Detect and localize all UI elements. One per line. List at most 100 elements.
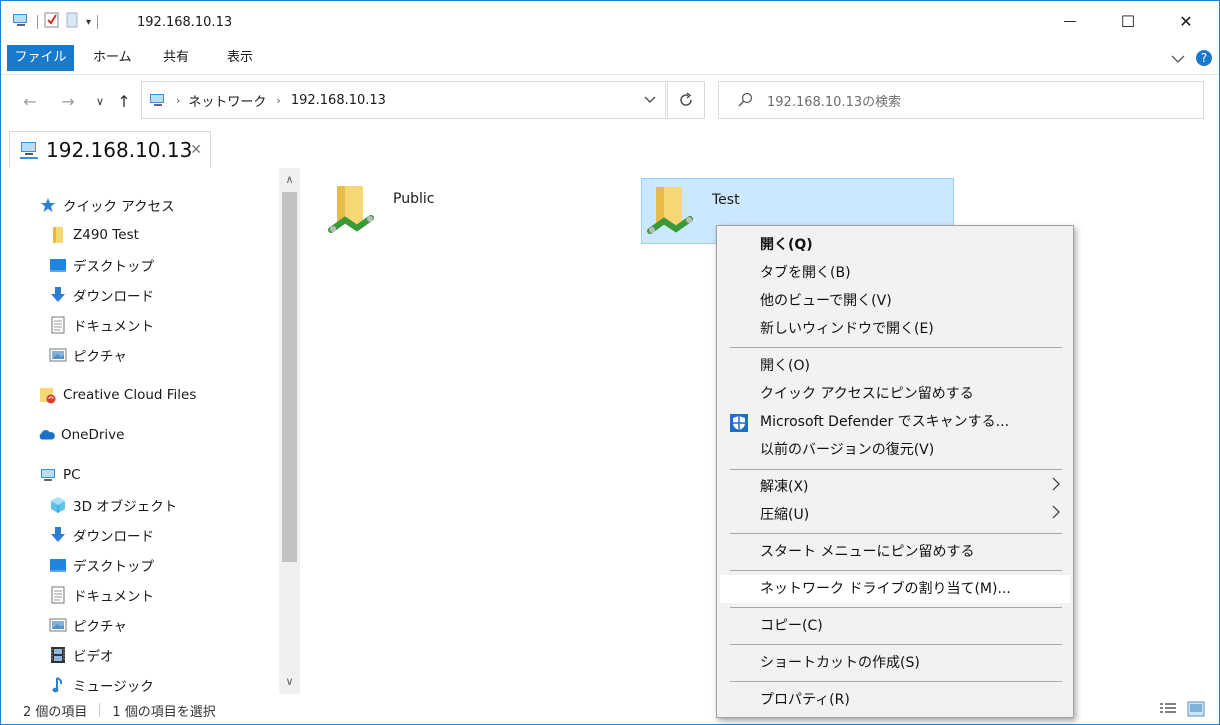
forward-button[interactable]: → — [57, 90, 79, 112]
scroll-thumb[interactable] — [282, 192, 297, 562]
item-name: Public — [393, 191, 435, 207]
tab-share[interactable]: 共有 — [151, 45, 201, 71]
title-bar: ▾ 192.168.10.13 — ☐ ✕ — [1, 1, 1219, 41]
address-history-button[interactable] — [635, 82, 665, 118]
nav-quick-access[interactable]: クイック アクセス — [39, 191, 301, 219]
menu-pin-quick-access[interactable]: クイック アクセスにピン留めする — [720, 380, 1070, 408]
chevron-up-icon: ∧ — [285, 172, 294, 186]
properties-icon[interactable] — [44, 12, 60, 32]
window-title: 192.168.10.13 — [137, 15, 233, 30]
details-view-icon[interactable] — [1159, 701, 1177, 721]
nav-label: ダウンロード — [73, 289, 154, 305]
nav-label: 3D オブジェクト — [73, 499, 178, 515]
nav-label: Creative Cloud Files — [63, 387, 197, 403]
help-icon[interactable]: ? — [1195, 49, 1213, 71]
menu-open-new-window[interactable]: 新しいウィンドウで開く(E) — [720, 315, 1070, 343]
breadcrumb-host[interactable]: 192.168.10.13 — [291, 93, 386, 108]
nav-pc-downloads[interactable]: ダウンロード — [49, 521, 301, 549]
folder-tab[interactable]: 192.168.10.13 ✕ — [9, 131, 211, 168]
nav-pc-pictures[interactable]: ピクチャ — [49, 611, 301, 639]
search-placeholder: 192.168.10.13の検索 — [767, 94, 902, 110]
menu-pin-start[interactable]: スタート メニューにピン留めする — [720, 538, 1070, 566]
menu-create-shortcut[interactable]: ショートカットの作成(S) — [720, 649, 1070, 677]
nav-pinned-pictures[interactable]: ピクチャ — [49, 341, 301, 369]
nav-pc[interactable]: PC — [39, 461, 301, 489]
minimize-button[interactable]: — — [1041, 1, 1099, 41]
breadcrumb-separator-icon[interactable]: › — [276, 94, 280, 107]
nav-label: Z490 Test — [73, 227, 139, 243]
svg-text:?: ? — [1201, 51, 1207, 65]
menu-defender-scan[interactable]: Microsoft Defender でスキャンする... — [720, 408, 1070, 436]
nav-label: OneDrive — [61, 427, 125, 443]
folder-tab-bar: 192.168.10.13 ✕ — [1, 126, 1219, 168]
search-box[interactable]: 192.168.10.13の検索 — [718, 81, 1204, 119]
menu-map-network-drive[interactable]: ネットワーク ドライブの割り当て(M)... — [720, 575, 1070, 603]
nav-onedrive[interactable]: OneDrive — [37, 421, 301, 449]
nav-pc-3d-objects[interactable]: 3D オブジェクト — [49, 491, 301, 519]
nav-pinned-desktop[interactable]: デスクトップ — [49, 251, 301, 279]
pc-icon — [39, 466, 57, 484]
menu-properties[interactable]: プロパティ(R) — [720, 686, 1070, 714]
refresh-button[interactable] — [667, 81, 705, 119]
toolbar-separator — [37, 15, 38, 29]
menu-separator — [730, 607, 1062, 608]
expand-ribbon-icon[interactable] — [1171, 53, 1185, 68]
breadcrumb-network[interactable]: ネットワーク — [188, 91, 266, 110]
explorer-window: ▾ 192.168.10.13 — ☐ ✕ ファイル ホーム 共有 表示 ? ←… — [0, 0, 1220, 725]
up-button[interactable]: ↑ — [113, 90, 135, 112]
menu-copy[interactable]: コピー(C) — [720, 612, 1070, 640]
network-pc-icon — [18, 140, 40, 160]
nav-label: ドキュメント — [73, 319, 154, 335]
address-bar[interactable]: › ネットワーク › 192.168.10.13 — [141, 81, 666, 119]
nav-pc-documents[interactable]: ドキュメント — [49, 581, 301, 609]
breadcrumb-separator-icon[interactable]: › — [176, 94, 180, 107]
tab-view[interactable]: 表示 — [215, 45, 265, 71]
creative-cloud-folder-icon — [39, 386, 57, 404]
menu-label: 圧縮(U) — [760, 507, 810, 523]
quick-access-toolbar: ▾ — [11, 11, 99, 33]
up-arrow-icon: ↑ — [117, 91, 131, 111]
menu-restore-versions[interactable]: 以前のバージョンの復元(V) — [720, 436, 1070, 464]
menu-open[interactable]: 開く(O) — [720, 352, 1070, 380]
back-button[interactable]: ← — [19, 90, 41, 112]
large-icons-view-icon[interactable] — [1187, 701, 1205, 721]
nav-label: デスクトップ — [73, 559, 154, 575]
nav-pinned-documents[interactable]: ドキュメント — [49, 311, 301, 339]
nav-pc-music[interactable]: ミュージック — [49, 671, 301, 696]
nav-pinned-downloads[interactable]: ダウンロード — [49, 281, 301, 309]
new-folder-icon[interactable] — [66, 12, 80, 32]
customize-toolbar-icon[interactable]: ▾ — [86, 17, 91, 28]
tab-file[interactable]: ファイル — [7, 45, 74, 71]
pictures-icon — [49, 616, 67, 634]
nav-creative-cloud[interactable]: Creative Cloud Files — [39, 381, 301, 409]
music-note-icon — [49, 676, 67, 694]
nav-label: デスクトップ — [73, 259, 154, 275]
menu-extract[interactable]: 解凍(X) — [720, 473, 1070, 501]
nav-scrollbar[interactable]: ∧ ∨ — [279, 168, 300, 694]
nav-pinned-z490-test[interactable]: Z490 Test — [49, 221, 301, 249]
network-icon — [148, 92, 168, 108]
close-button[interactable]: ✕ — [1157, 1, 1215, 41]
recent-locations-button[interactable]: ∨ — [89, 90, 111, 112]
nav-label: クイック アクセス — [63, 199, 175, 215]
tab-home[interactable]: ホーム — [81, 45, 144, 71]
menu-open-default[interactable]: 開く(Q) — [720, 231, 1070, 259]
menu-open-other-view[interactable]: 他のビューで開く(V) — [720, 287, 1070, 315]
nav-pc-videos[interactable]: ビデオ — [49, 641, 301, 669]
item-name: Test — [712, 192, 740, 208]
shared-folder-icon — [327, 182, 375, 246]
scroll-up-button[interactable]: ∧ — [279, 168, 300, 190]
maximize-button[interactable]: ☐ — [1099, 1, 1157, 41]
nav-pc-desktop[interactable]: デスクトップ — [49, 551, 301, 579]
share-folder-public[interactable]: Public — [323, 178, 636, 244]
menu-separator — [730, 681, 1062, 682]
submenu-arrow-icon — [1052, 473, 1060, 501]
menu-open-tab[interactable]: タブを開く(B) — [720, 259, 1070, 287]
onedrive-cloud-icon — [37, 426, 55, 444]
scroll-down-button[interactable]: ∨ — [279, 670, 300, 692]
film-icon — [49, 646, 67, 664]
menu-separator — [730, 570, 1062, 571]
menu-compress[interactable]: 圧縮(U) — [720, 501, 1070, 529]
close-tab-icon[interactable]: ✕ — [190, 142, 202, 158]
selected-count: 1 個の項目を選択 — [112, 704, 216, 720]
